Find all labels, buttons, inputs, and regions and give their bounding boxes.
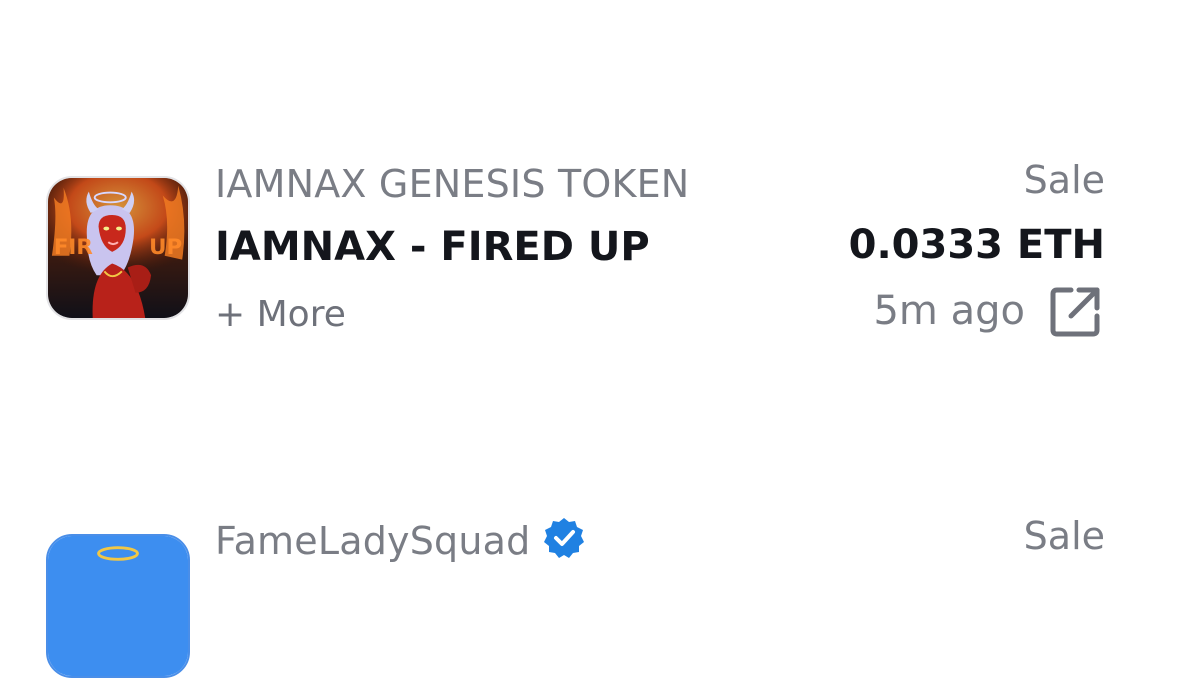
more-link[interactable]: + More xyxy=(215,294,346,335)
time-ago: 5m ago xyxy=(873,288,1025,334)
event-type-label: Sale xyxy=(1023,514,1105,558)
activity-row[interactable]: FameLadySquad Sale xyxy=(0,500,1200,678)
collection-name[interactable]: IAMNAX GENESIS TOKEN xyxy=(215,162,689,206)
collection-name[interactable]: FameLadySquad xyxy=(215,516,586,563)
price-value: 0.0333 ETH xyxy=(848,222,1105,268)
nft-thumbnail[interactable] xyxy=(46,534,190,678)
nft-thumbnail[interactable]: FIR UP xyxy=(46,176,190,320)
svg-text:FIR: FIR xyxy=(54,235,94,260)
external-link-icon[interactable] xyxy=(1045,282,1105,342)
item-name[interactable]: IAMNAX - FIRED UP xyxy=(215,224,650,270)
collection-name-text[interactable]: FameLadySquad xyxy=(215,519,530,563)
event-type-label: Sale xyxy=(1023,158,1105,202)
activity-row[interactable]: FIR UP IAMNAX GENESIS TOKEN IAMNAX - FIR… xyxy=(0,150,1200,350)
svg-text:UP: UP xyxy=(149,235,182,260)
verified-badge-icon xyxy=(542,516,586,560)
